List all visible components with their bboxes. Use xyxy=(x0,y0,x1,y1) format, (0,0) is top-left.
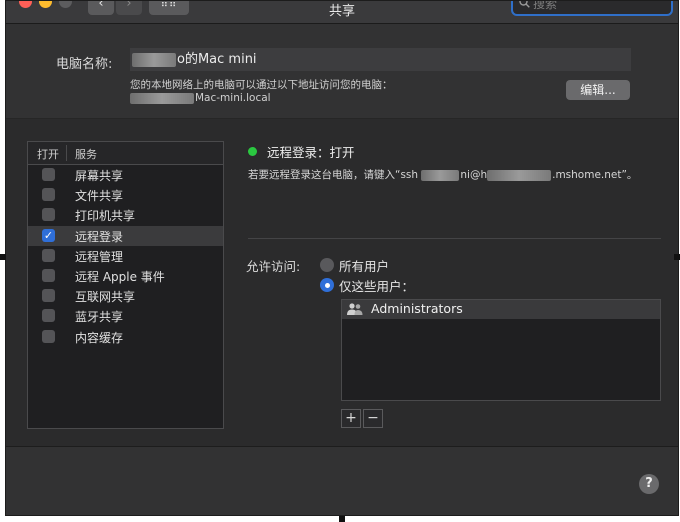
local-hostname: Mac-mini.local xyxy=(130,92,271,104)
checkbox[interactable] xyxy=(42,168,55,181)
service-row[interactable]: ✓ 远程登录 xyxy=(28,225,223,246)
redacted-blur xyxy=(487,169,552,181)
service-row[interactable]: 打印机共享 xyxy=(28,205,223,225)
title-bar: ‹ › ⠿⠿ 共享 搜索 xyxy=(6,1,678,24)
computer-name-field[interactable]: o的Mac mini xyxy=(130,48,631,71)
services-table: 打开 服务 屏幕共享文件共享打印机共享 ✓ 远程登录远程管理远程 Apple 事件互… xyxy=(27,141,224,429)
ssh-hint-prefix: 若要远程登录这台电脑，请键入“ssh xyxy=(248,169,422,181)
service-label: 互联网共享 xyxy=(75,290,136,305)
service-row[interactable]: 蓝牙共享 xyxy=(28,306,223,326)
computer-name-value: o的Mac mini xyxy=(177,52,257,67)
local-hostname-text: Mac-mini.local xyxy=(195,92,271,104)
column-service[interactable]: 服务 xyxy=(75,146,97,162)
magnifier-icon xyxy=(519,1,533,12)
services-section: 打开 服务 屏幕共享文件共享打印机共享 ✓ 远程登录远程管理远程 Apple 事件互… xyxy=(6,119,678,446)
services-table-header: 打开 服务 xyxy=(28,142,223,165)
service-label: 远程管理 xyxy=(75,249,124,264)
service-label: 打印机共享 xyxy=(75,209,136,224)
service-row[interactable]: 内容缓存 xyxy=(28,327,223,347)
user-name: Administrators xyxy=(371,301,463,316)
checkbox[interactable] xyxy=(42,248,55,262)
checkbox[interactable] xyxy=(42,329,55,343)
group-users-icon xyxy=(346,302,364,316)
search-placeholder: 搜索 xyxy=(533,0,558,11)
column-open[interactable]: 打开 xyxy=(37,146,59,162)
checkbox[interactable] xyxy=(42,309,55,323)
address-note: 您的本地网络上的电脑可以通过以下地址访问您的电脑： xyxy=(130,79,393,91)
service-row[interactable]: 远程管理 xyxy=(28,246,223,266)
resize-handle[interactable] xyxy=(339,516,345,522)
checkbox[interactable] xyxy=(42,268,55,282)
service-label: 文件共享 xyxy=(75,189,124,204)
redacted-blur xyxy=(132,52,176,67)
allowed-users-list[interactable]: Administrators xyxy=(341,299,661,401)
ssh-hint-mid: ni@h xyxy=(460,169,488,181)
radio-only-these-users-label[interactable]: 仅这些用户： xyxy=(339,276,414,295)
computer-name-label: 电脑名称: xyxy=(56,57,113,72)
sharing-window: ‹ › ⠿⠿ 共享 搜索 电脑名称: o的Mac mini 您的本地网络上的电脑… xyxy=(5,0,679,516)
radio-only-these-users[interactable] xyxy=(320,278,334,292)
divider xyxy=(6,446,678,447)
ssh-hint: 若要远程登录这台电脑，请键入“ssh ni@h .mshome.net”。 xyxy=(248,167,637,182)
service-row[interactable]: 远程 Apple 事件 xyxy=(28,266,223,286)
remote-login-status: 远程登录：打开 xyxy=(267,145,355,160)
service-label: 内容缓存 xyxy=(75,330,124,345)
service-label: 远程登录 xyxy=(75,229,124,244)
ssh-hint-suffix: .mshome.net”。 xyxy=(552,169,638,181)
service-row[interactable]: 文件共享 xyxy=(28,185,223,205)
edit-button[interactable]: 编辑... xyxy=(566,80,630,100)
redacted-blur xyxy=(130,92,194,104)
resize-handle[interactable] xyxy=(0,254,6,260)
radio-all-users[interactable] xyxy=(320,258,334,272)
service-label: 远程 Apple 事件 xyxy=(75,269,165,284)
service-label: 屏幕共享 xyxy=(75,169,124,183)
resize-handle[interactable] xyxy=(674,254,680,260)
list-item[interactable]: Administrators xyxy=(342,300,660,319)
remove-user-button[interactable]: − xyxy=(363,409,383,428)
search-field[interactable]: 搜索 xyxy=(511,0,673,16)
checkbox[interactable] xyxy=(42,188,55,202)
checkbox-checked[interactable]: ✓ xyxy=(42,228,55,242)
divider xyxy=(248,238,661,239)
checkbox[interactable] xyxy=(42,289,55,303)
service-label: 蓝牙共享 xyxy=(75,310,124,325)
redacted-blur xyxy=(421,169,460,181)
column-separator xyxy=(66,145,67,161)
service-row[interactable]: 屏幕共享 xyxy=(28,165,223,185)
help-button[interactable]: ? xyxy=(639,474,659,494)
add-user-button[interactable]: + xyxy=(341,409,361,428)
allow-access-label: 允许访问: xyxy=(246,259,301,274)
radio-all-users-label[interactable]: 所有用户 xyxy=(339,256,389,275)
service-row[interactable]: 互联网共享 xyxy=(28,286,223,306)
checkbox[interactable] xyxy=(42,208,55,222)
status-indicator-dot xyxy=(248,147,257,156)
